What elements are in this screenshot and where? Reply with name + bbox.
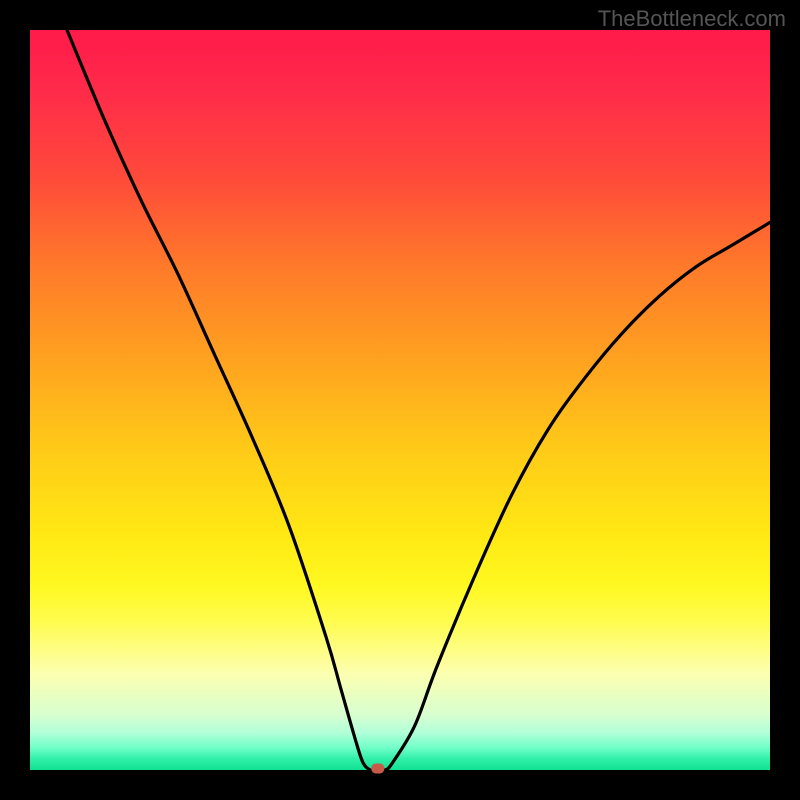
chart-plot-area [30, 30, 770, 770]
bottleneck-curve-svg [30, 30, 770, 770]
min-point-marker [372, 764, 384, 773]
watermark-text: TheBottleneck.com [598, 6, 786, 32]
bottleneck-curve-path [67, 30, 770, 771]
